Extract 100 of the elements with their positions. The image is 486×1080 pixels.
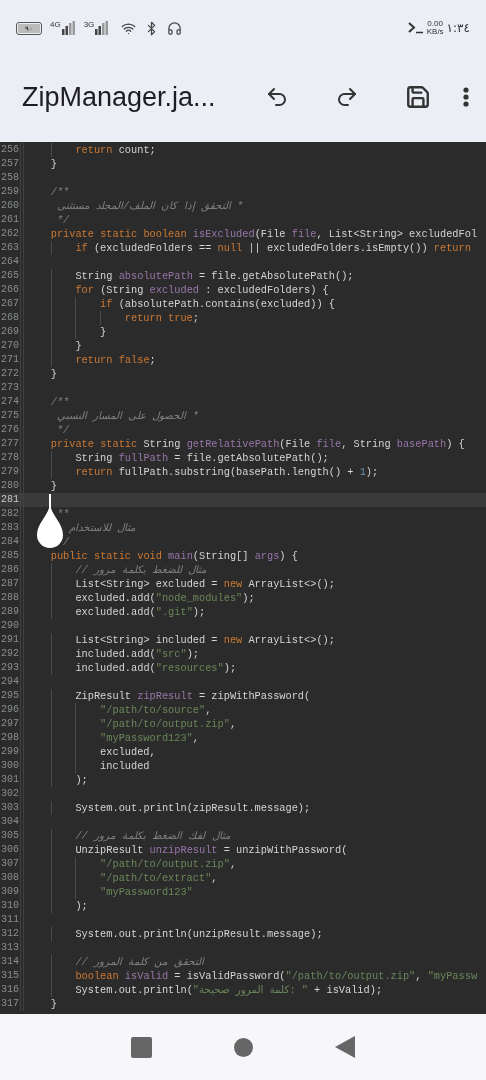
- line-number: 308: [0, 871, 20, 885]
- wifi-icon: [121, 20, 137, 36]
- line-number: 301: [0, 773, 20, 787]
- code-line: UnzipResult unzipResult = unzipWithPassword(: [75, 844, 348, 856]
- code-line: // مثال لفك الضغط بكلمة مرور: [75, 830, 231, 842]
- line-number: 275: [0, 409, 20, 423]
- code-line: // التحقق من كلمة المرور: [75, 956, 205, 968]
- line-number: 296: [0, 703, 20, 717]
- code-line: مثال للاستخدام: [69, 522, 137, 534]
- code-line: public static void main(String[] args) {: [50, 550, 298, 562]
- redo-icon: [335, 85, 359, 109]
- code-line: String absolutePath = file.getAbsolutePath();: [75, 270, 354, 282]
- code-line: included.add("resources");: [75, 662, 237, 674]
- code-line: ZipResult zipResult = zipWithPassword(: [75, 690, 311, 702]
- code-line: }: [50, 480, 57, 492]
- code-line: /**: [50, 186, 70, 198]
- line-number: 303: [0, 801, 20, 815]
- line-number: 274: [0, 395, 20, 409]
- code-line: included.add("src");: [75, 648, 199, 660]
- code-line: "/path/to/extract",: [100, 872, 218, 884]
- line-number: 314: [0, 955, 20, 969]
- code-line: String fullPath = file.getAbsolutePath();: [75, 452, 329, 464]
- code-line: included: [100, 760, 150, 772]
- line-number: 267: [0, 297, 20, 311]
- code-line: boolean isValid = isValidPassword("/path/to/output.zip", "myPassw: [75, 970, 478, 982]
- line-number: 307: [0, 857, 20, 871]
- speed-unit: KB/s: [426, 28, 444, 36]
- signal-icon: [95, 21, 110, 35]
- line-number: 264: [0, 255, 20, 269]
- more-options-button[interactable]: [460, 84, 472, 110]
- code-line: excluded.add(".git");: [75, 606, 206, 618]
- line-number: 297: [0, 717, 20, 731]
- code-line: }: [50, 158, 57, 170]
- line-number: 309: [0, 885, 20, 899]
- line-number: 283: [0, 521, 20, 535]
- line-number: 271: [0, 353, 20, 367]
- line-number: 259: [0, 185, 20, 199]
- line-number: 302: [0, 787, 20, 801]
- line-number: 260: [0, 199, 20, 213]
- headphones-icon: [167, 20, 183, 36]
- line-number: 316: [0, 983, 20, 997]
- line-number: 299: [0, 745, 20, 759]
- code-line: System.out.println(zipResult.message);: [75, 802, 311, 814]
- code-line: * الحصول على المسار النسبي: [56, 410, 199, 422]
- code-line: System.out.println(unzipResult.message);: [75, 928, 323, 940]
- line-number: 276: [0, 423, 20, 437]
- code-line: if (absolutePath.contains(excluded)) {: [100, 298, 335, 310]
- code-line: return fullPath.substring(basePath.length() + 1);: [75, 466, 379, 478]
- code-line: excluded,: [100, 746, 156, 758]
- undo-icon: [265, 85, 289, 109]
- line-number: 291: [0, 633, 20, 647]
- line-number: 317: [0, 997, 20, 1011]
- back-button[interactable]: [335, 1036, 355, 1058]
- code-line: for (String excluded : excludedFolders) {: [75, 284, 329, 296]
- home-button[interactable]: [234, 1037, 253, 1057]
- line-number: 315: [0, 969, 20, 983]
- line-number: 289: [0, 605, 20, 619]
- line-number: 266: [0, 283, 20, 297]
- line-number: 293: [0, 661, 20, 675]
- line-number: 278: [0, 451, 20, 465]
- line-number: 288: [0, 591, 20, 605]
- line-number: 292: [0, 647, 20, 661]
- line-number: 285: [0, 549, 20, 563]
- code-line: "myPassword123": [100, 886, 193, 898]
- line-number: 310: [0, 899, 20, 913]
- code-line: if (excludedFolders == null || excludedFolders.isEmpty()) return: [75, 242, 471, 254]
- line-number: 281: [0, 493, 20, 507]
- line-number: 312: [0, 927, 20, 941]
- code-line: "myPassword123",: [100, 732, 199, 744]
- line-number: 265: [0, 269, 20, 283]
- line-number: 287: [0, 577, 20, 591]
- more-icon: [463, 87, 469, 107]
- line-number: 313: [0, 941, 20, 955]
- code-line: **: [56, 508, 70, 520]
- line-number: 286: [0, 563, 20, 577]
- code-line: private static String getRelativePath(File file, String basePath) {: [50, 438, 465, 450]
- code-line: }: [50, 998, 57, 1010]
- line-number: 298: [0, 731, 20, 745]
- network-speed: 0.00: [427, 20, 443, 28]
- code-line: return count;: [75, 144, 156, 156]
- line-number: 277: [0, 437, 20, 451]
- line-number: 268: [0, 311, 20, 325]
- code-line: }: [75, 340, 82, 352]
- line-number: 269: [0, 325, 20, 339]
- code-line: }: [50, 368, 57, 380]
- line-number: 261: [0, 213, 20, 227]
- code-line: */: [56, 214, 70, 226]
- code-line: List<String> included = new ArrayList<>();: [75, 634, 335, 646]
- code-line: private static boolean isExcluded(File file, List<String> excludedFol: [50, 228, 478, 240]
- code-line: "/path/to/source",: [100, 704, 212, 716]
- code-line: /**: [50, 396, 70, 408]
- line-number: 256: [0, 143, 20, 157]
- code-editor[interactable]: [0, 142, 486, 1014]
- network-type: 4G: [50, 21, 61, 29]
- line-number: 300: [0, 759, 20, 773]
- line-number: 295: [0, 689, 20, 703]
- code-line: );: [75, 774, 88, 786]
- line-number: 263: [0, 241, 20, 255]
- recent-apps-button[interactable]: [131, 1036, 152, 1058]
- line-number: 282: [0, 507, 20, 521]
